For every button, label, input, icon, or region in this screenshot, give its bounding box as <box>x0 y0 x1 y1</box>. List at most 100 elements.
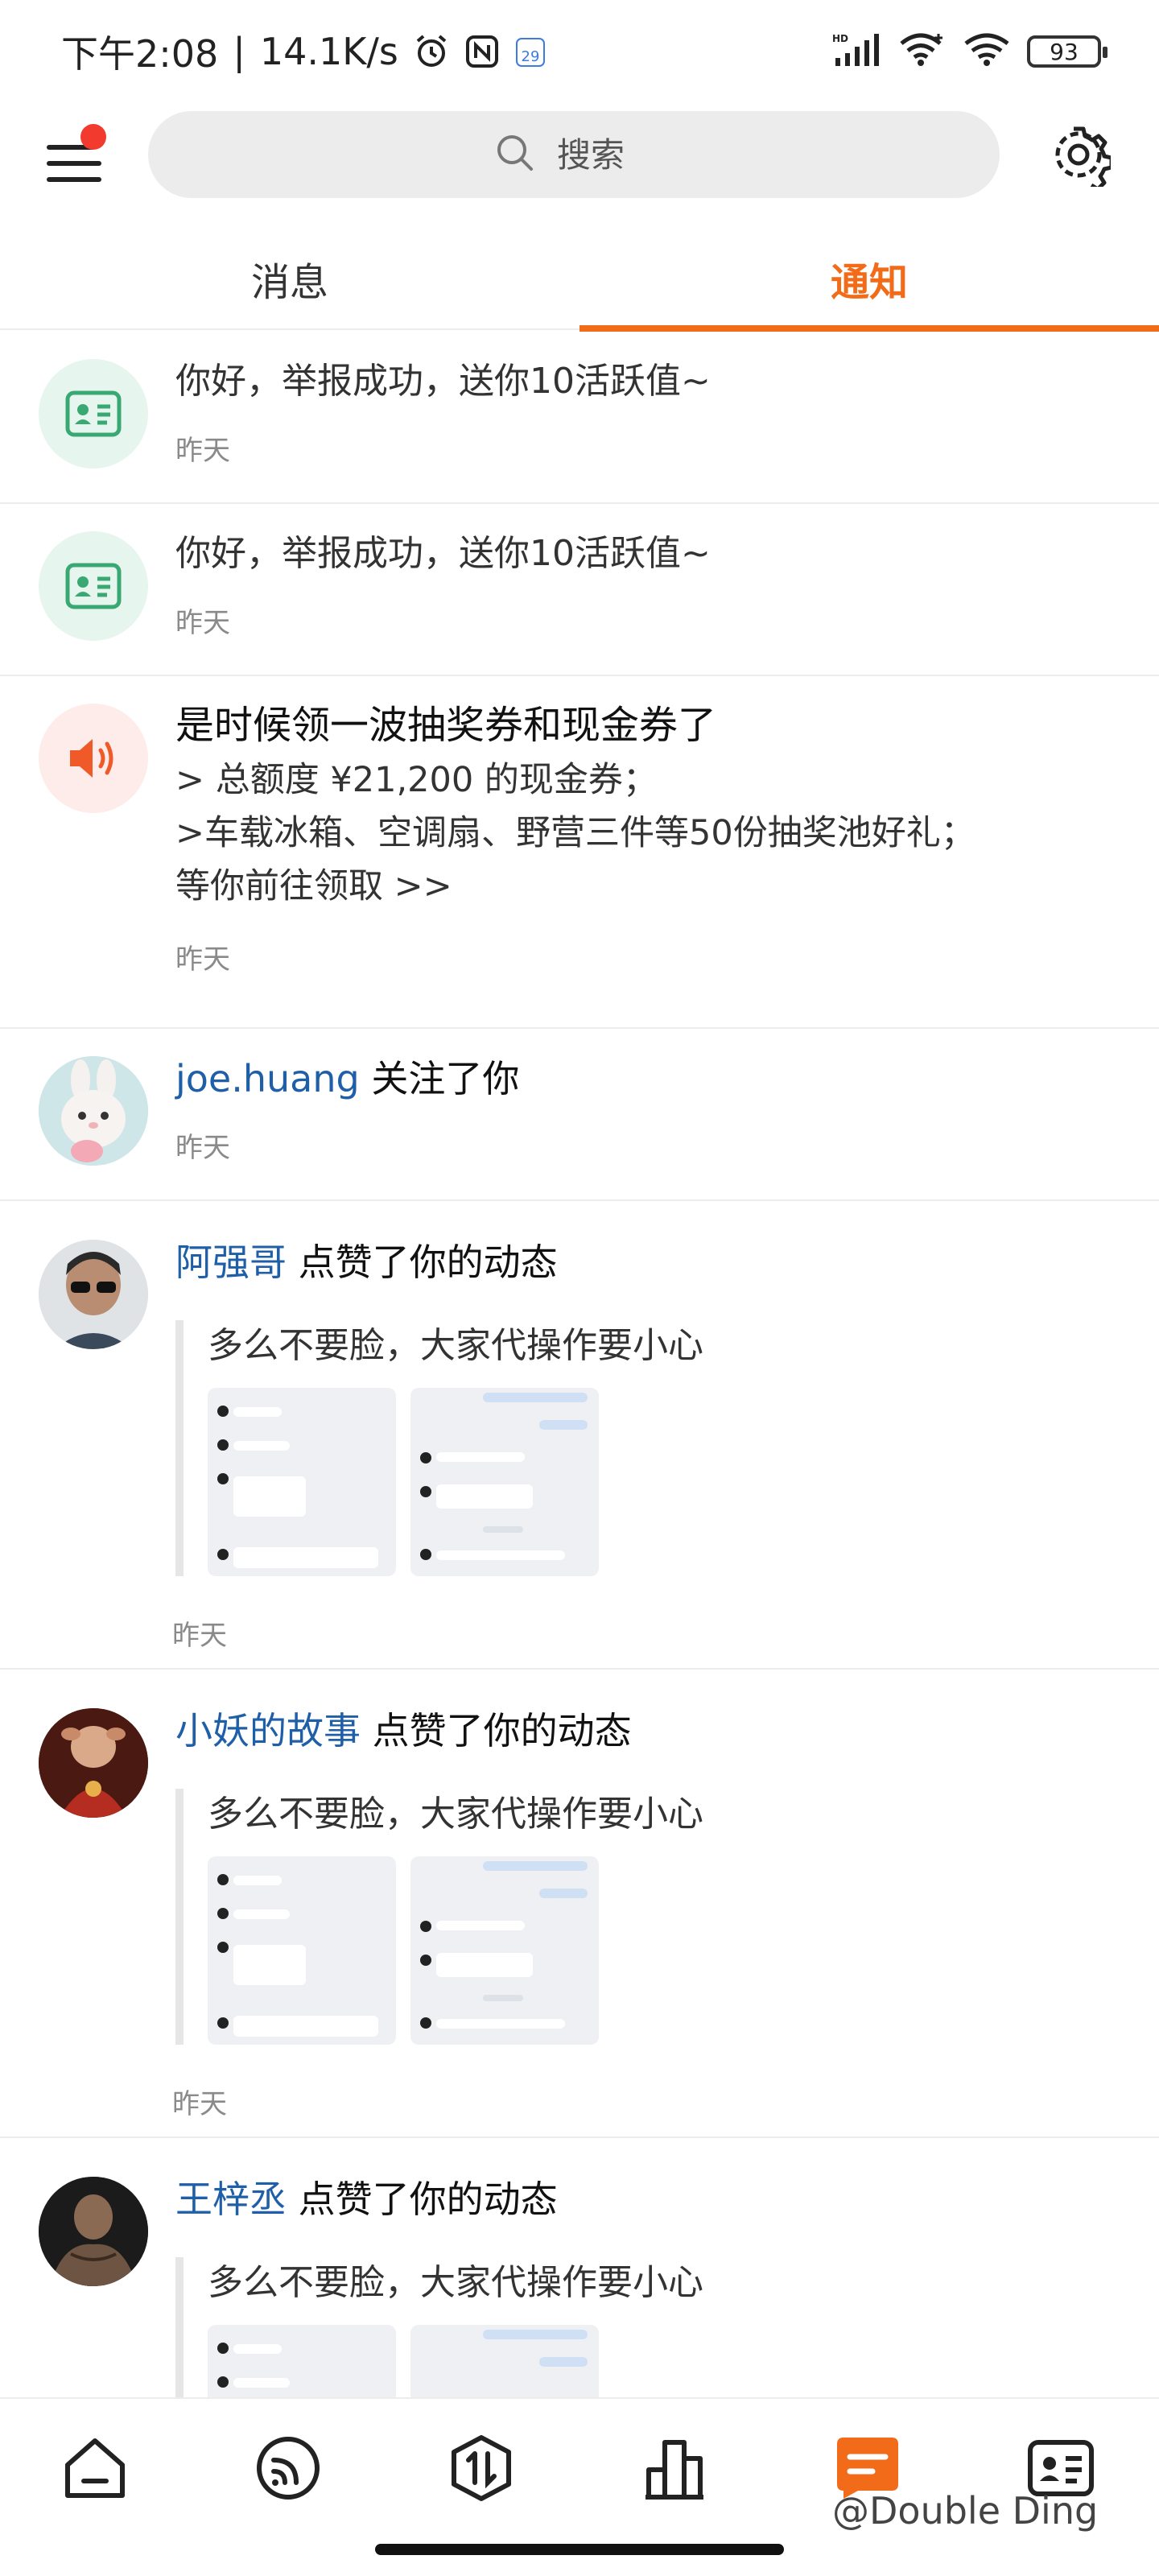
tab-notifications[interactable]: 通知 <box>580 227 1159 332</box>
exchange-icon <box>452 2435 511 2501</box>
status-time: 下午2:08 <box>61 32 219 76</box>
quoted-post-text: 多么不要脸，大家代操作要小心 <box>208 1794 703 1835</box>
settings-button[interactable] <box>1046 122 1114 192</box>
list-item[interactable]: 阿强哥 点赞了你的动态 多么不要脸，大家代操作要小心 昨天 <box>0 1201 1159 1670</box>
user-link[interactable]: 小妖的故事 <box>175 1709 361 1752</box>
announcement-line: >车载冰箱、空调扇、野营三件等50份抽奖池好礼； <box>175 813 975 853</box>
announcement-line: 等你前往领取 >> <box>175 866 452 906</box>
tab-messages[interactable]: 消息 <box>0 227 580 330</box>
status-right: HD 93 <box>832 32 1107 71</box>
nav-exchange[interactable] <box>441 2428 522 2508</box>
item-content: 小妖的故事 点赞了你的动态 <box>175 1705 1127 1757</box>
bunny-avatar-image <box>39 1056 148 1166</box>
home-indicator[interactable] <box>375 2544 784 2555</box>
post-thumbnail[interactable] <box>410 1856 599 2045</box>
user-photo-avatar <box>39 2177 148 2286</box>
notification-dot <box>80 124 106 150</box>
status-separator: | <box>233 30 245 73</box>
menu-button[interactable] <box>43 124 109 190</box>
status-left: 下午2:08 | 14.1K/s 29 <box>61 25 547 78</box>
alarm-icon <box>413 33 450 70</box>
status-bar: 下午2:08 | 14.1K/s 29 HD 93 <box>0 0 1159 103</box>
avatar[interactable] <box>39 2177 148 2286</box>
nav-home[interactable] <box>55 2428 135 2508</box>
speaker-icon <box>70 739 113 778</box>
notification-text: joe.huang 关注了你 <box>175 1053 1127 1104</box>
notification-text: 阿强哥 点赞了你的动态 <box>175 1236 1127 1288</box>
tab-bar: 消息 通知 <box>0 227 1159 332</box>
quoted-post[interactable]: 多么不要脸，大家代操作要小心 <box>175 1320 703 1576</box>
battery-level: 93 <box>1050 38 1079 65</box>
item-content: 你好，举报成功，送你10活跃值~ 昨天 <box>175 528 1127 640</box>
id-card-icon <box>65 563 122 609</box>
menu-line <box>47 177 101 182</box>
post-thumbnail[interactable] <box>208 1856 396 2045</box>
quoted-post[interactable]: 多么不要脸，大家代操作要小心 <box>175 1789 703 2045</box>
quoted-post-text: 多么不要脸，大家代操作要小心 <box>208 1325 703 1366</box>
post-thumbnail[interactable] <box>410 1388 599 1576</box>
announcement-title: 是时候领一波抽奖券和现金券了 <box>175 703 717 748</box>
feed-icon <box>257 2437 320 2500</box>
list-item[interactable]: 你好，举报成功，送你10活跃值~ 昨天 <box>0 504 1159 676</box>
nav-feed[interactable] <box>248 2428 328 2508</box>
network-speed: 14.1K/s <box>259 30 398 73</box>
ranking-icon <box>645 2440 703 2500</box>
list-item[interactable]: 是时候领一波抽奖券和现金券了 > 总额度 ¥21,200 的现金券； >车载冰箱… <box>0 676 1159 1029</box>
battery-icon: 93 <box>1027 35 1107 68</box>
menu-line <box>47 161 101 166</box>
search-bar[interactable] <box>148 111 1000 198</box>
notification-text: 你好，举报成功，送你10活跃值~ <box>175 361 711 402</box>
item-content: 你好，举报成功，送你10活跃值~ 昨天 <box>175 356 1127 468</box>
notification-action: 点赞了你的动态 <box>287 2178 558 2221</box>
notification-action: 点赞了你的动态 <box>287 1241 558 1284</box>
list-item[interactable]: joe.huang 关注了你 昨天 <box>0 1029 1159 1201</box>
item-content: joe.huang 关注了你 昨天 <box>175 1053 1127 1165</box>
nfc-icon <box>464 34 500 69</box>
notification-list: 你好，举报成功，送你10活跃值~ 昨天 你好，举报成功，送你10活跃值~ 昨天 … <box>0 332 1159 2513</box>
top-header <box>0 105 1159 206</box>
gear-icon <box>1055 126 1114 192</box>
item-content: 阿强哥 点赞了你的动态 <box>175 1236 1127 1288</box>
item-content: 是时候领一波抽奖券和现金券了 > 总额度 ¥21,200 的现金券； >车载冰箱… <box>175 697 1127 976</box>
list-item[interactable]: 你好，举报成功，送你10活跃值~ 昨天 <box>0 332 1159 504</box>
notification-time: 昨天 <box>175 435 230 467</box>
watermark-text: @Double Ding <box>832 2489 1099 2533</box>
notification-time: 昨天 <box>175 943 230 976</box>
search-input[interactable] <box>557 134 654 175</box>
nav-ranking[interactable] <box>634 2428 715 2508</box>
announcement-line: > 总额度 ¥21,200 的现金券； <box>175 760 658 800</box>
list-item[interactable]: 小妖的故事 点赞了你的动态 多么不要脸，大家代操作要小心 昨天 <box>0 1670 1159 2138</box>
notification-action: 点赞了你的动态 <box>361 1709 632 1752</box>
post-thumbnail[interactable] <box>208 1388 396 1576</box>
item-content: 王梓丞 点赞了你的动态 <box>175 2174 1127 2225</box>
system-avatar <box>39 531 148 641</box>
notification-time: 昨天 <box>172 1620 227 1652</box>
notification-time: 昨天 <box>175 1132 230 1164</box>
svg-text:HD: HD <box>832 33 848 44</box>
notification-text: 你好，举报成功，送你10活跃值~ <box>175 533 711 574</box>
wifi-icon <box>963 32 1011 71</box>
avatar[interactable] <box>39 1240 148 1349</box>
user-link[interactable]: 阿强哥 <box>175 1241 287 1284</box>
wifi-plus-icon <box>898 32 947 71</box>
post-thumbnails <box>208 1388 703 1576</box>
user-link[interactable]: joe.huang <box>175 1057 360 1100</box>
notification-time: 昨天 <box>175 607 230 639</box>
system-avatar <box>39 359 148 469</box>
avatar[interactable] <box>39 1708 148 1818</box>
calendar-icon: 29 <box>514 34 547 69</box>
notification-text: 小妖的故事 点赞了你的动态 <box>175 1705 1127 1757</box>
watermark: @Double Ding <box>832 2489 1098 2533</box>
user-photo-avatar <box>39 1240 148 1349</box>
home-icon <box>65 2438 125 2498</box>
notification-action: 关注了你 <box>359 1057 520 1100</box>
avatar[interactable] <box>39 1056 148 1166</box>
character-avatar <box>39 1708 148 1818</box>
calendar-date: 29 <box>521 48 539 65</box>
announcement-avatar <box>39 704 148 813</box>
user-link[interactable]: 王梓丞 <box>175 2178 287 2221</box>
notification-text: 王梓丞 点赞了你的动态 <box>175 2174 1127 2225</box>
post-thumbnails <box>208 1856 703 2045</box>
notification-time: 昨天 <box>172 2088 227 2120</box>
id-card-icon <box>65 390 122 437</box>
